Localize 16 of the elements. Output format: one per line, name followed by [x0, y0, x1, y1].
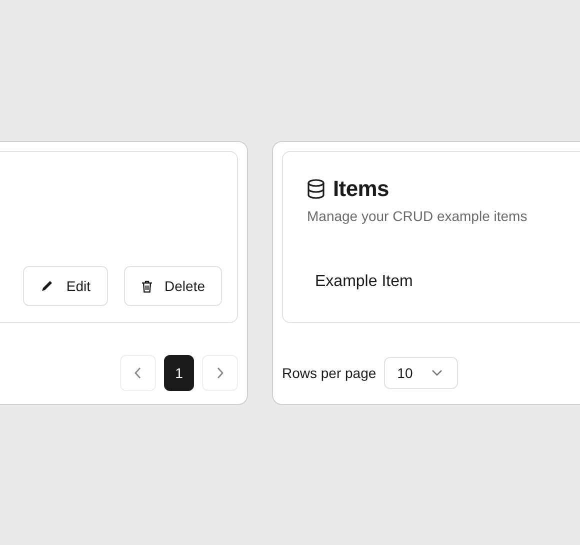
previous-page-button[interactable]	[120, 355, 156, 391]
item-name: Example Item	[314, 273, 414, 291]
chevron-down-icon	[430, 369, 443, 377]
next-page-button[interactable]	[202, 355, 238, 391]
page-button[interactable]: 1	[164, 355, 194, 391]
edit-button[interactable]: Edit	[23, 266, 108, 306]
rows-per-page-label: Rows per page	[282, 365, 376, 381]
trash-icon	[140, 280, 153, 292]
chevron-right-icon	[216, 367, 224, 379]
card-subtitle: Manage your CRUD example items	[307, 208, 528, 224]
chevron-left-icon	[134, 367, 142, 379]
rows-per-page-select[interactable]: 10	[384, 357, 458, 389]
database-icon	[307, 179, 325, 199]
delete-button[interactable]: Delete	[124, 266, 222, 306]
pencil-icon	[40, 279, 54, 293]
card-title: Items	[333, 176, 389, 202]
